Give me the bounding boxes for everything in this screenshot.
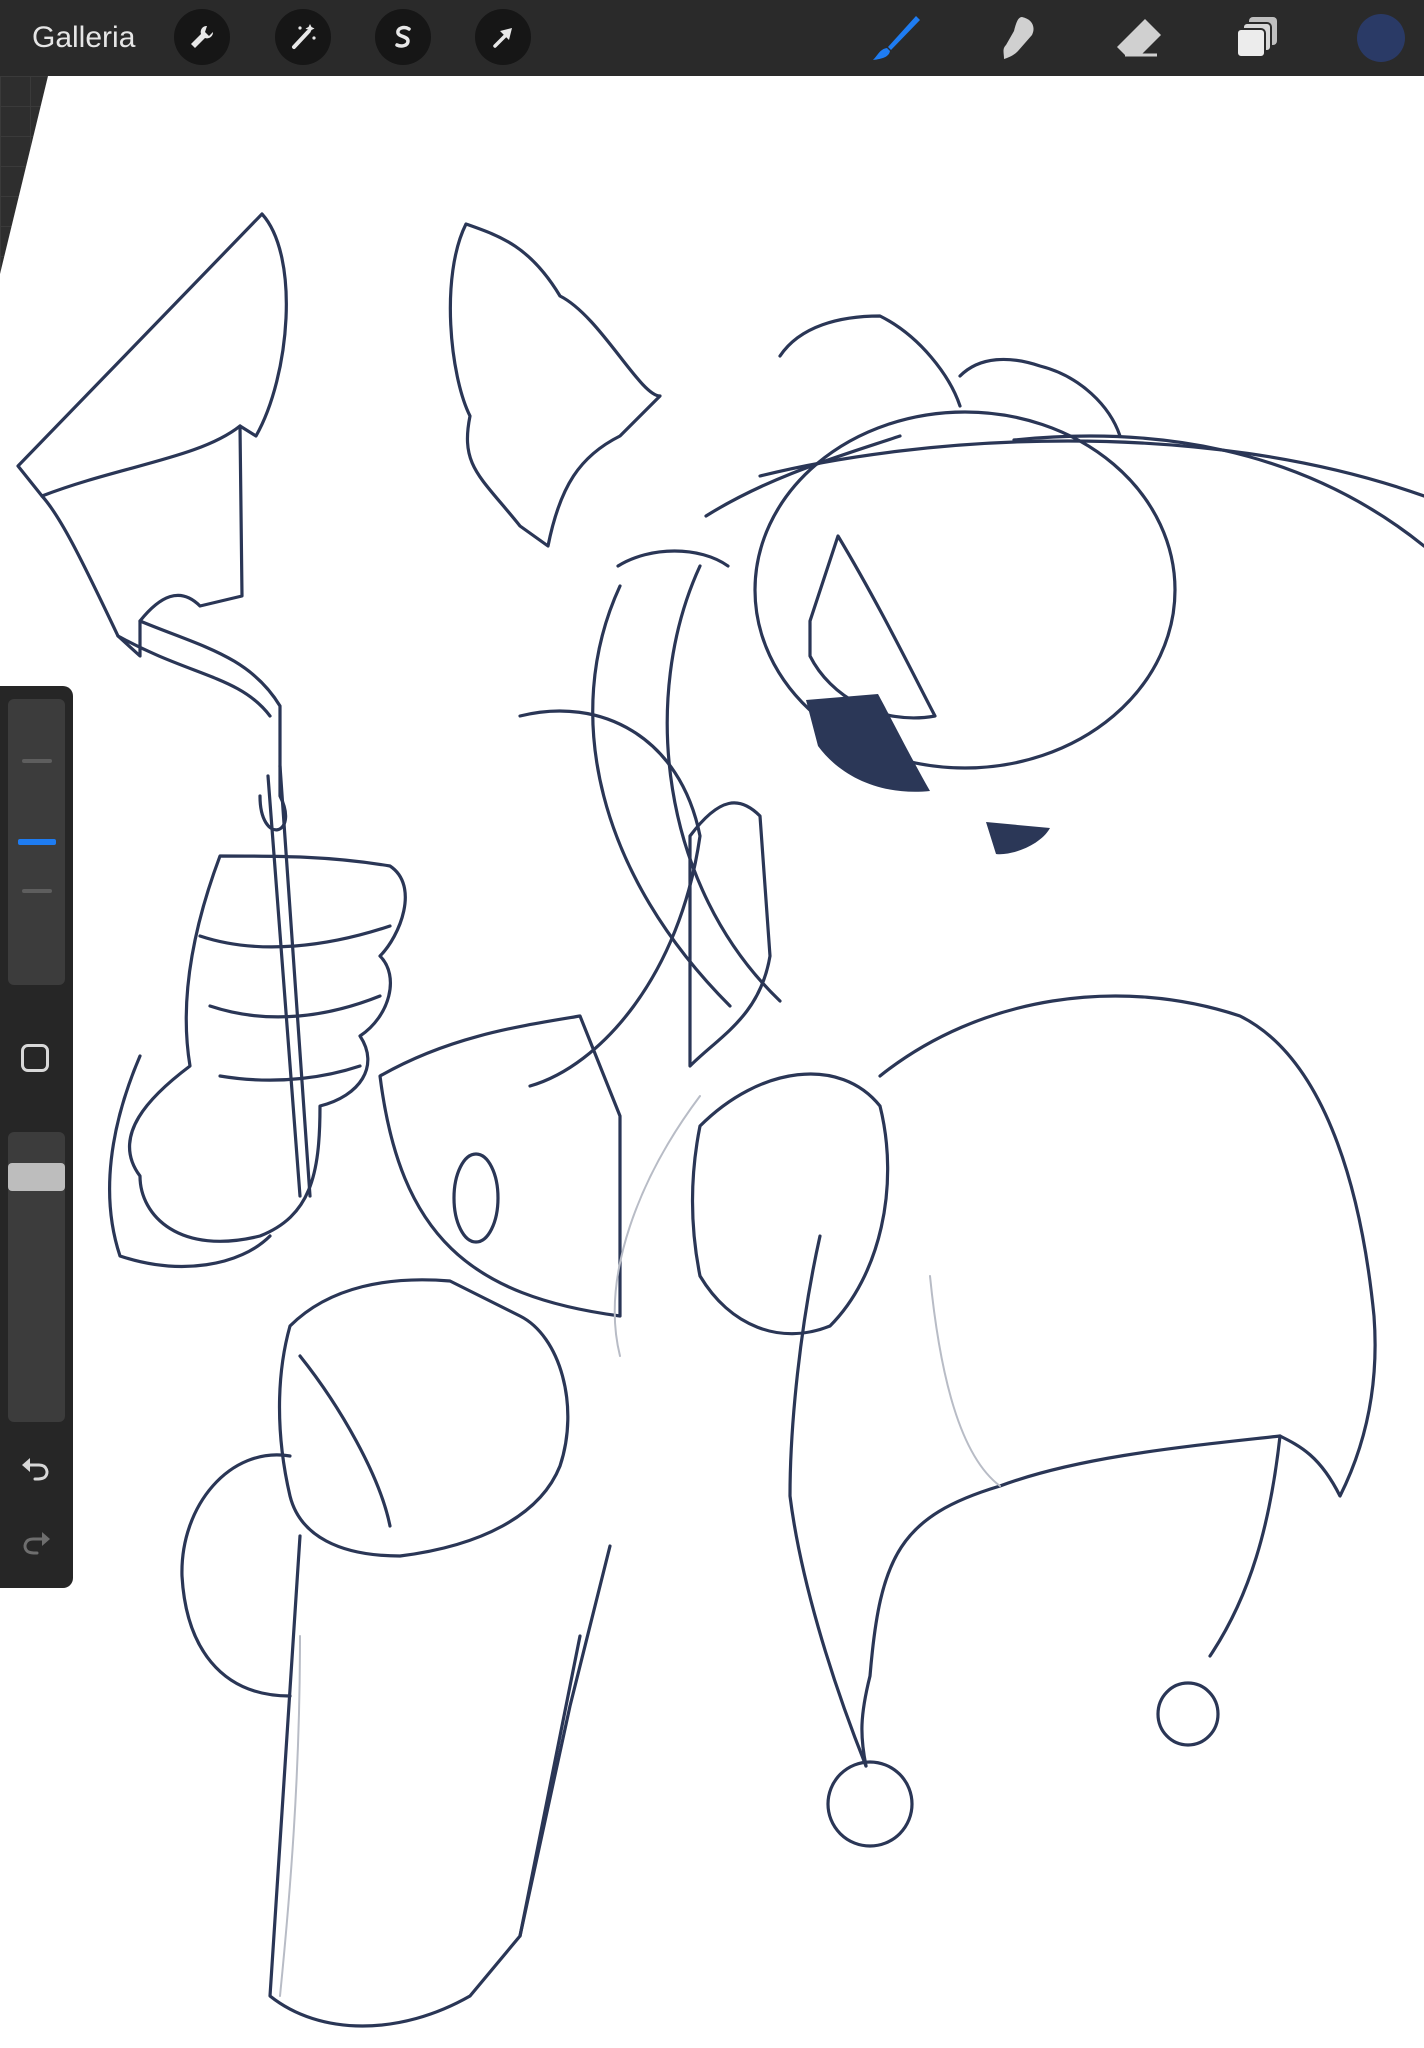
- smudge-finger-icon: [1003, 17, 1034, 59]
- size-tick: [22, 889, 52, 893]
- selection-s-icon: [395, 25, 411, 48]
- mouth-fill: [986, 822, 1050, 855]
- gallery-button[interactable]: Galleria: [32, 18, 135, 58]
- magic-wand-icon: [292, 24, 316, 49]
- color-picker-button[interactable]: [1357, 14, 1405, 62]
- opacity-thumb[interactable]: [8, 1163, 65, 1191]
- modify-button[interactable]: [21, 1044, 49, 1072]
- eraser-icon: [1117, 19, 1161, 57]
- transform-button[interactable]: [475, 9, 531, 65]
- redo-icon: [23, 1532, 50, 1555]
- brush-size-thumb[interactable]: [18, 839, 56, 845]
- undo-button[interactable]: [16, 1448, 56, 1488]
- arrow-cursor-icon: [493, 28, 512, 48]
- size-tick: [22, 759, 52, 763]
- layers-button[interactable]: [1228, 10, 1288, 66]
- actions-button[interactable]: [174, 9, 230, 65]
- eye-fill: [806, 694, 930, 792]
- brush-tool[interactable]: [866, 10, 926, 66]
- redo-button[interactable]: [16, 1522, 56, 1562]
- selection-button[interactable]: [375, 9, 431, 65]
- top-toolbar: Galleria: [0, 0, 1424, 76]
- side-toolbar: [0, 686, 73, 1588]
- sketch-drawing: [16, 212, 1424, 2028]
- brush-size-slider[interactable]: [8, 699, 65, 985]
- wrench-icon: [191, 25, 214, 48]
- eraser-tool[interactable]: [1108, 10, 1168, 66]
- layers-icon: [1236, 17, 1277, 58]
- adjustments-button[interactable]: [275, 9, 331, 65]
- brush-icon: [873, 16, 920, 60]
- smudge-tool[interactable]: [987, 10, 1047, 66]
- opacity-slider[interactable]: [8, 1132, 65, 1422]
- undo-icon: [22, 1458, 49, 1481]
